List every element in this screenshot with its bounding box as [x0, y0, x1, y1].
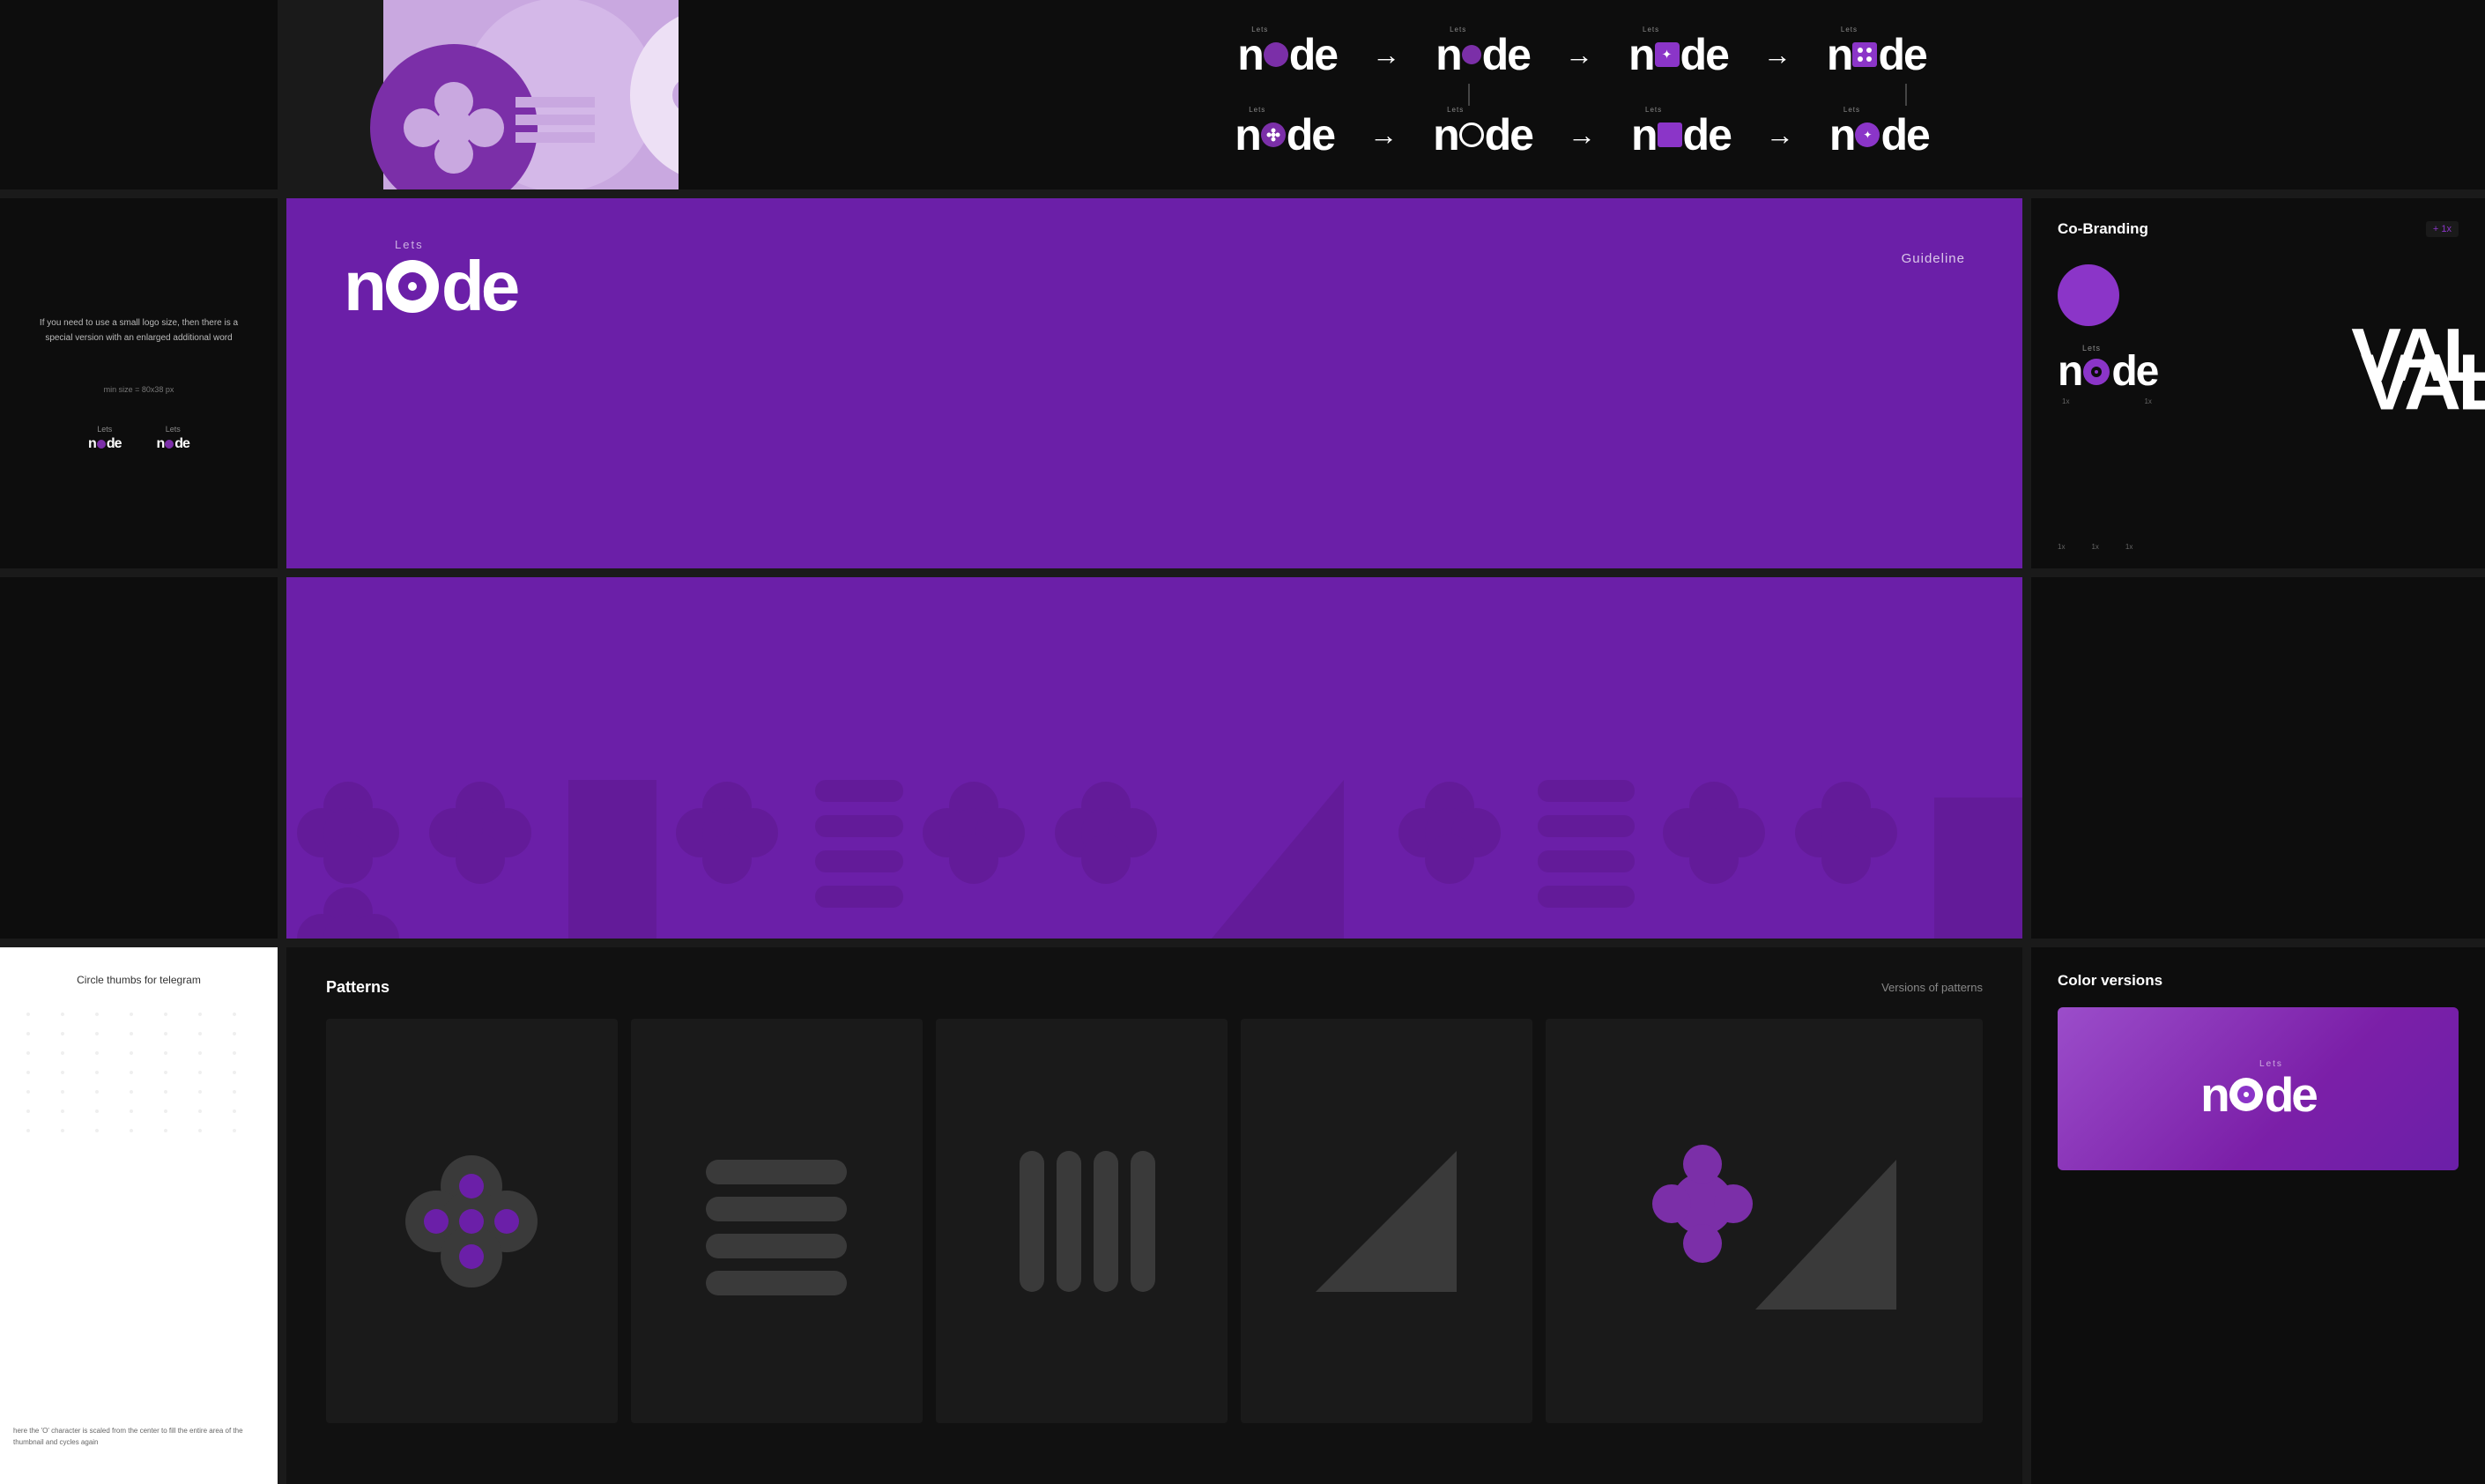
node-logo-v3: Lets n ✦ de	[1628, 33, 1728, 77]
gap-h1	[0, 189, 2485, 198]
guideline-panel: If you need to use a small logo size, th…	[0, 198, 278, 568]
node-versions-panel: Lets n de → Lets n de → Lets n	[679, 0, 2485, 189]
v-line-1	[1468, 84, 1470, 106]
co-branding-spacing: + 1x	[2426, 221, 2459, 237]
versions-label: Versions of patterns	[1881, 981, 1983, 994]
node-logo-v7: Lets n de	[1631, 113, 1731, 157]
node-o-dot-1	[1264, 42, 1288, 67]
val-display: VAL	[2351, 313, 2485, 399]
arrow-5: →	[1369, 119, 1398, 152]
node-logo-v2: Lets n de	[1435, 33, 1530, 77]
arrow-7: →	[1766, 119, 1794, 152]
node-logo-v8: Lets n ✦ de	[1829, 113, 1929, 157]
node-o-outline	[1459, 122, 1484, 147]
pattern-overlay	[286, 727, 2022, 939]
co-branding-panel: Co-Branding + 1x Lets nde 1x 1x VA	[2031, 198, 2485, 568]
node-o-sq	[1658, 122, 1682, 147]
patterns-title: Patterns	[326, 978, 389, 997]
node-o-grid	[1852, 42, 1877, 67]
node-o-star: ✦	[1855, 122, 1880, 147]
spacing-bottom-1x-2: 1x	[2091, 543, 2098, 551]
pattern-card-5	[1546, 1019, 1983, 1423]
gap-h2	[0, 568, 2485, 577]
pattern-card-2	[631, 1019, 923, 1423]
guideline-label: Guideline	[1902, 251, 1965, 266]
v-line-2	[1905, 84, 1907, 106]
node-o-dot-5	[1261, 122, 1286, 147]
color-versions-title: Color versions	[2058, 972, 2162, 989]
spacing-1x-left: 1x	[2062, 397, 2069, 405]
gap-v3	[278, 947, 286, 1484]
arrow-6: →	[1568, 119, 1596, 152]
co-brand-node-logo: Lets nde	[2058, 344, 2157, 393]
node-o-cross: ✦	[1655, 42, 1680, 67]
arrow-1: →	[1372, 39, 1400, 71]
animation-description: here the 'O' character is scaled from th…	[13, 1426, 264, 1449]
spacing-bottom-1x-3: 1x	[2125, 543, 2133, 551]
color-card-purple: Lets n de	[2058, 1007, 2459, 1170]
min-size-text: min size = 80x38 px	[104, 385, 174, 394]
circle-thumbs-title: Circle thumbs for telegram	[26, 974, 251, 986]
pattern-card-3	[936, 1019, 1228, 1423]
node-display-text: n de	[344, 251, 516, 322]
top-left-panel	[0, 0, 278, 189]
node-logo-v6: Lets n de	[1433, 113, 1532, 157]
circle-thumbs-panel: Circle thumbs for telegram // Generate d…	[0, 947, 278, 1484]
purple-logo: Lets n de	[344, 238, 516, 322]
o-replace-circle	[386, 260, 439, 313]
node-logo-v5: Lets n de	[1235, 113, 1334, 157]
patterns-panel: Patterns Versions of patterns	[286, 947, 2022, 1484]
guideline-text: If you need to use a small logo size, th…	[26, 315, 251, 345]
color-versions-panel: Color versions Lets n de	[2031, 947, 2485, 1484]
small-logo-2: Lets nde	[157, 425, 189, 452]
node-logo-v1: Lets n de	[1237, 33, 1337, 77]
pattern-card-1	[326, 1019, 618, 1423]
node-logo-v4: Lets n de	[1827, 33, 1926, 77]
arrow-3: →	[1763, 39, 1791, 71]
spacing-1x-right: 1x	[2144, 397, 2151, 405]
row3-right-panel	[2031, 568, 2485, 939]
node-o-dot-2	[1462, 45, 1481, 64]
row3-left-panel	[0, 577, 278, 939]
dots-grid: // Generate dots inline for(let i=0;i<49…	[26, 1013, 251, 1132]
spacing-bottom-1x-1: 1x	[2058, 543, 2065, 551]
co-branding-title: Co-Branding	[2058, 220, 2148, 238]
pattern-card-4	[1241, 1019, 1532, 1423]
small-logo-1: Lets nde	[88, 425, 121, 452]
gap-h3	[0, 939, 2485, 947]
purple-circle-large	[2058, 264, 2119, 326]
arrow-2: →	[1565, 39, 1593, 71]
gap-v4	[2022, 947, 2031, 1484]
color-card-node: n de	[2200, 1071, 2316, 1119]
